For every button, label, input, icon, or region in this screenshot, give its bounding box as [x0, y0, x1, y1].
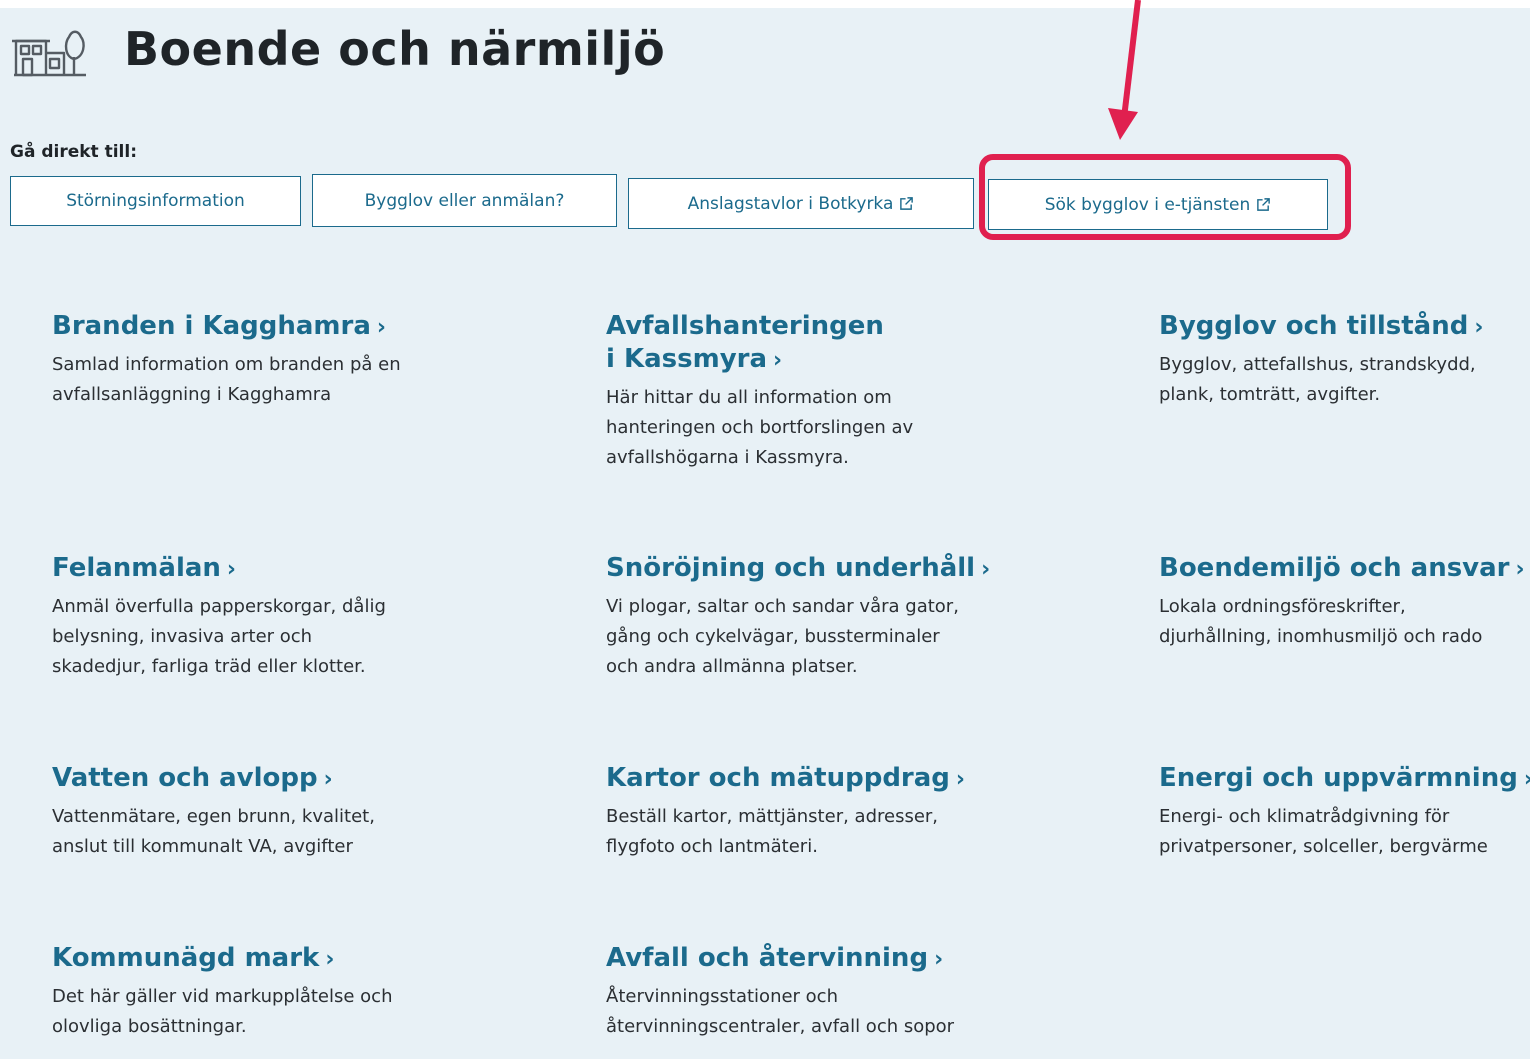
card-description: Beställ kartor, mättjänster, adresser, f… [606, 806, 939, 857]
card-title-text: Avfallshanteringen i Kassmyra [606, 311, 884, 374]
chevron-right-icon: › [955, 767, 965, 792]
card-bygglov-och-tillstand: Bygglov och tillstånd › Bygglov, attefall… [1159, 310, 1530, 410]
card-title-text: Kommunägd mark [52, 943, 320, 973]
quick-link-label: Störningsinformation [66, 191, 245, 211]
goto-label: Gå direkt till: [10, 142, 138, 162]
quick-link-bygglov-eller-anmalan[interactable]: Bygglov eller anmälan? [312, 174, 617, 227]
card-title-link[interactable]: Energi och uppvärmning› [1159, 762, 1530, 796]
card-vatten-och-avlopp: Vatten och avlopp › Vattenmätare, egen br… [52, 762, 532, 862]
quick-link-anslagstavlor[interactable]: Anslagstavlor i Botkyrka [628, 178, 974, 229]
card-avfallshanteringen-i-kassmyra: Avfallshanteringen i Kassmyra › Här hitta… [606, 310, 1086, 473]
external-link-icon [900, 197, 914, 210]
card-kommunagd-mark: Kommunägd mark › Det här gäller vid marku… [52, 942, 532, 1042]
card-title-link[interactable]: Branden i Kagghamra › [52, 310, 532, 344]
card-description: Det här gäller vid markupplåtelse och ol… [52, 986, 393, 1037]
page-title: Boende och närmiljö [124, 22, 666, 76]
card-title-text: Bygglov och tillstånd [1159, 311, 1469, 341]
card-branden-i-kagghamra: Branden i Kagghamra › Samlad information … [52, 310, 532, 410]
quick-link-label: Anslagstavlor i Botkyrka [687, 193, 894, 214]
chevron-right-icon: › [1524, 767, 1530, 792]
annotation-arrow-icon [1108, 0, 1141, 140]
card-description: Här hittar du all information om hanteri… [606, 387, 914, 468]
quick-link-label: Bygglov eller anmälan? [364, 190, 565, 211]
external-link-icon [1257, 198, 1271, 211]
card-title-text: Snöröjning och underhåll [606, 553, 976, 583]
card-title-link[interactable]: Snöröjning och underhåll › [606, 552, 1086, 586]
card-description: Energi- och klimatrådgivning för privatp… [1159, 806, 1488, 857]
quick-link-storningsinformation[interactable]: Störningsinformation [10, 176, 301, 226]
house-tree-icon [12, 30, 86, 77]
card-title-link[interactable]: Avfallshanteringen i Kassmyra › [606, 310, 1086, 377]
chevron-right-icon: › [376, 315, 386, 340]
card-title-text: Kartor och mätuppdrag [606, 763, 950, 793]
page-header: Boende och närmiljö [10, 14, 665, 84]
quick-link-sok-bygglov-e-tjansten[interactable]: Sök bygglov i e-tjänsten [988, 179, 1328, 230]
card-title-link[interactable]: Bygglov och tillstånd › [1159, 310, 1530, 344]
card-energi-och-uppvarmning: Energi och uppvärmning› Energi- och klim… [1159, 762, 1530, 862]
card-title-text: Avfall och återvinning [606, 943, 929, 973]
card-description: Samlad information om branden på en avfa… [52, 354, 401, 405]
card-kartor-och-matuppdrag: Kartor och mätuppdrag › Beställ kartor, m… [606, 762, 1086, 862]
card-snorojning-och-underhall: Snöröjning och underhåll › Vi plogar, sal… [606, 552, 1086, 682]
card-title-link[interactable]: Felanmälan › [52, 552, 532, 586]
chevron-right-icon: › [934, 947, 944, 972]
chevron-right-icon: › [323, 767, 333, 792]
chevron-right-icon: › [981, 557, 991, 582]
card-title-link[interactable]: Vatten och avlopp › [52, 762, 532, 796]
card-felanmalan: Felanmälan › Anmäl överfulla papperskorga… [52, 552, 532, 682]
card-title-link[interactable]: Kartor och mätuppdrag › [606, 762, 1086, 796]
quick-link-label: Sök bygglov i e-tjänsten [1044, 194, 1251, 215]
card-title-link[interactable]: Boendemiljö och ansvar › [1159, 552, 1530, 586]
card-title-text: Vatten och avlopp [52, 763, 318, 793]
card-description: Vattenmätare, egen brunn, kvalitet, ansl… [52, 806, 375, 857]
card-title-text: Felanmälan [52, 553, 221, 583]
card-title-text: Energi och uppvärmning [1159, 763, 1518, 793]
card-description: Återvinningsstationer och återvinningsce… [606, 986, 955, 1037]
card-description: Anmäl överfulla papperskorgar, dålig bel… [52, 596, 386, 677]
card-description: Bygglov, attefallshus, strandskydd, plan… [1159, 354, 1476, 405]
card-title-link[interactable]: Avfall och återvinning › [606, 942, 1086, 976]
card-avfall-och-atervinning: Avfall och återvinning › Återvinningsstat… [606, 942, 1086, 1042]
chevron-right-icon: › [1515, 557, 1525, 582]
card-title-link[interactable]: Kommunägd mark › [52, 942, 532, 976]
card-boendemiljo-och-ansvar: Boendemiljö och ansvar › Lokala ordningsf… [1159, 552, 1530, 652]
card-description: Vi plogar, saltar och sandar våra gator,… [606, 596, 959, 677]
card-description: Lokala ordningsföreskrifter, djurhållnin… [1159, 596, 1483, 647]
card-title-text: Boendemiljö och ansvar [1159, 553, 1510, 583]
chevron-right-icon: › [226, 557, 236, 582]
chevron-right-icon: › [325, 947, 335, 972]
chevron-right-icon: › [773, 348, 783, 373]
card-title-text: Branden i Kagghamra [52, 311, 371, 341]
content-panel: Boende och närmiljö Gå direkt till: Stör… [0, 8, 1530, 1059]
chevron-right-icon: › [1474, 315, 1484, 340]
